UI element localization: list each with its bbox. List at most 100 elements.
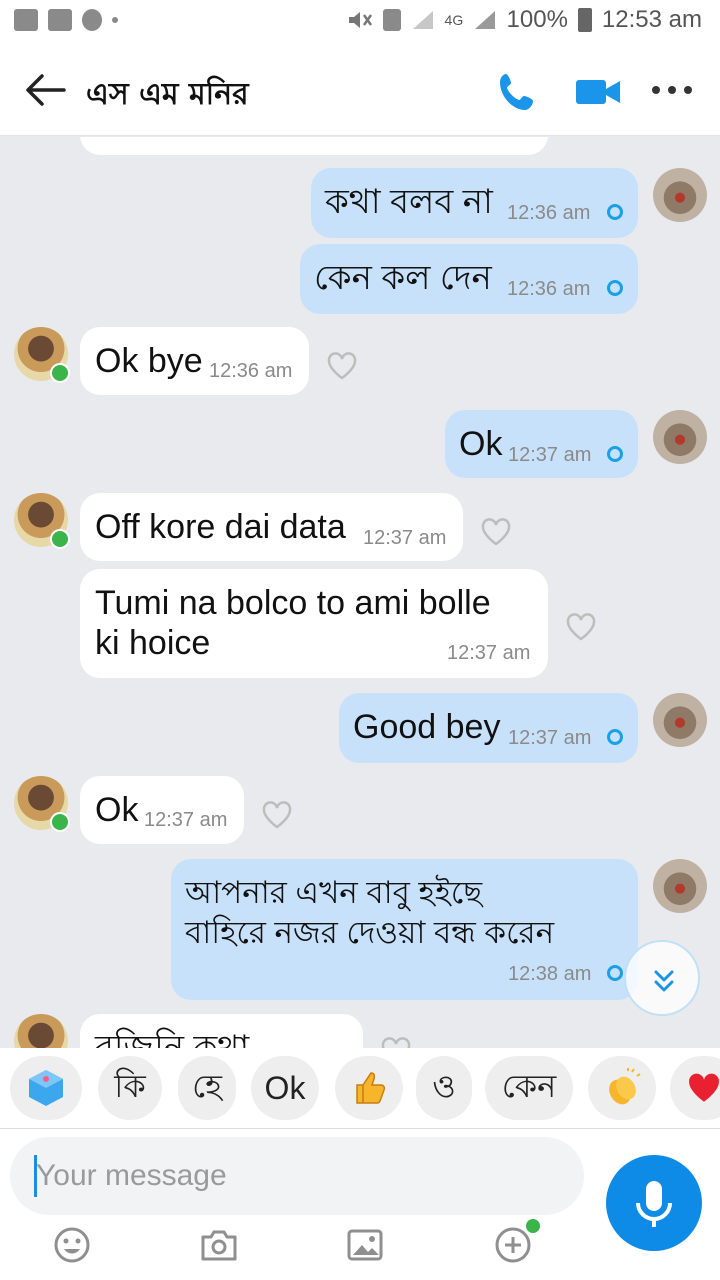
gallery-notification-icon	[14, 9, 38, 31]
message-time: 12:37 am	[144, 809, 228, 831]
phone-call-icon[interactable]	[496, 70, 540, 114]
book-notification-icon	[48, 9, 72, 31]
clapping-hands-icon	[609, 1068, 641, 1105]
status-bar-notifications	[14, 9, 118, 31]
message-bubble-incoming[interactable]	[80, 137, 548, 155]
message-input-container[interactable]	[10, 1137, 584, 1215]
composer	[0, 1128, 720, 1280]
status-bar: 4G 100% 12:53 am	[0, 0, 720, 44]
heart-react-icon[interactable]	[327, 352, 357, 380]
message-bubble-incoming[interactable]: Ok 12:37 am	[80, 776, 244, 844]
more-options-icon[interactable]	[652, 86, 692, 96]
message-text: Good bey	[353, 708, 501, 746]
status-bar-system: 4G 100% 12:53 am	[347, 6, 702, 34]
quick-reply-chip[interactable]: Ok	[251, 1056, 319, 1120]
dice-icon	[29, 1070, 63, 1106]
battery-icon	[577, 8, 592, 32]
my-avatar[interactable]	[653, 168, 707, 222]
more-notifications-dot	[112, 17, 118, 23]
apps-notification-icon	[82, 9, 102, 31]
sim-icon	[382, 9, 401, 31]
message-time: 12:36 am	[507, 278, 591, 300]
add-icon[interactable]	[493, 1225, 533, 1265]
quick-replies-bar[interactable]: কি হে Ok ও কেন	[0, 1048, 720, 1128]
contact-avatar[interactable]	[14, 493, 70, 549]
message-bubble-outgoing[interactable]: Ok 12:37 am	[445, 410, 638, 478]
add-notification-dot	[526, 1219, 540, 1233]
signal-sim1-icon	[412, 11, 433, 29]
message-bubble-outgoing[interactable]: আপনার এখন বাবু হইছে বাহিরে নজর দেওয়া বন…	[171, 859, 638, 1000]
sent-status-icon	[607, 446, 623, 462]
sent-status-icon	[607, 965, 623, 981]
heart-react-icon[interactable]	[262, 801, 292, 829]
quick-reply-thumbs-up[interactable]	[335, 1056, 403, 1120]
quick-reply-heart[interactable]	[670, 1056, 720, 1120]
message-input[interactable]	[36, 1151, 566, 1201]
message-bubble-incoming[interactable]: Tumi na bolco to ami bolle ki hoice 12:3…	[80, 569, 548, 678]
sent-status-icon	[607, 204, 623, 220]
message-time: 12:36 am	[507, 202, 591, 224]
contact-name[interactable]: এস এম মনির	[86, 70, 249, 121]
video-call-icon[interactable]	[574, 72, 622, 112]
message-text: বুজিনি কথা	[95, 1029, 250, 1048]
message-bubble-incoming[interactable]: Off kore dai data 12:37 am	[80, 493, 463, 561]
message-bubble-outgoing[interactable]: কেন কল দেন 12:36 am	[300, 244, 638, 314]
quick-reply-chip[interactable]: ও	[416, 1056, 472, 1120]
scroll-to-bottom-button[interactable]	[624, 940, 700, 1016]
battery-percent: 100%	[506, 6, 568, 33]
back-arrow-icon[interactable]	[24, 70, 68, 110]
my-avatar[interactable]	[653, 693, 707, 747]
text-cursor	[34, 1155, 37, 1197]
double-chevron-down-icon	[654, 970, 674, 992]
heart-react-icon[interactable]	[381, 1037, 411, 1048]
message-time: 12:37 am	[508, 727, 592, 749]
message-text: Ok	[459, 425, 503, 463]
online-status-icon	[50, 812, 70, 832]
heart-react-icon[interactable]	[481, 518, 511, 546]
online-status-icon	[50, 363, 70, 383]
quick-reply-clap[interactable]	[588, 1056, 656, 1120]
my-avatar[interactable]	[653, 410, 707, 464]
heart-react-icon[interactable]	[566, 613, 596, 641]
sent-status-icon	[607, 280, 623, 296]
message-text: Off kore dai data	[95, 508, 346, 546]
message-bubble-incoming[interactable]: বুজিনি কথা	[80, 1014, 363, 1048]
contact-avatar[interactable]	[14, 327, 70, 383]
online-status-icon	[50, 529, 70, 549]
mute-vibrate-icon	[348, 12, 372, 28]
camera-icon[interactable]	[199, 1225, 239, 1265]
message-text: Ok	[95, 791, 139, 829]
thumbs-up-icon	[356, 1072, 386, 1104]
chat-screen: 4G 100% 12:53 am এস এম মনির কথা বলব না 1…	[0, 0, 720, 1280]
message-bubble-outgoing[interactable]: Good bey 12:37 am	[339, 693, 638, 763]
heart-icon	[689, 1073, 719, 1102]
message-text: কথা বলব না	[325, 183, 493, 221]
message-time: 12:36 am	[209, 360, 293, 382]
my-avatar[interactable]	[653, 859, 707, 913]
clock: 12:53 am	[601, 6, 702, 33]
message-time: 12:37 am	[508, 444, 592, 466]
chat-header: এস এম মনির	[0, 44, 720, 136]
message-time: 12:37 am	[363, 527, 447, 549]
emoji-icon[interactable]	[52, 1225, 92, 1265]
sent-status-icon	[607, 729, 623, 745]
message-time: 12:38 am	[508, 963, 592, 985]
quick-reply-chip[interactable]: কেন	[485, 1056, 573, 1120]
quick-reply-chip[interactable]: হে	[178, 1056, 236, 1120]
gallery-icon[interactable]	[345, 1225, 385, 1265]
message-list[interactable]: কথা বলব না 12:36 am কেন কল দেন 12:36 am …	[0, 137, 720, 1048]
message-bubble-outgoing[interactable]: কথা বলব না 12:36 am	[311, 168, 638, 238]
network-type: 4G	[444, 12, 464, 28]
contact-avatar[interactable]	[14, 1014, 68, 1048]
quick-reply-chip[interactable]: কি	[98, 1056, 162, 1120]
message-bubble-incoming[interactable]: Ok bye 12:36 am	[80, 327, 309, 395]
signal-sim2-icon	[474, 11, 495, 29]
microphone-icon	[636, 1181, 672, 1227]
contact-avatar[interactable]	[14, 776, 70, 832]
message-time: 12:37 am	[447, 642, 531, 664]
voice-message-button[interactable]	[606, 1155, 702, 1251]
quick-reply-dice[interactable]	[10, 1056, 82, 1120]
message-text: আপনার এখন বাবু হইছে বাহিরে নজর দেওয়া বন…	[185, 875, 555, 950]
message-text: Ok bye	[95, 342, 203, 380]
message-text: কেন কল দেন	[314, 259, 492, 297]
